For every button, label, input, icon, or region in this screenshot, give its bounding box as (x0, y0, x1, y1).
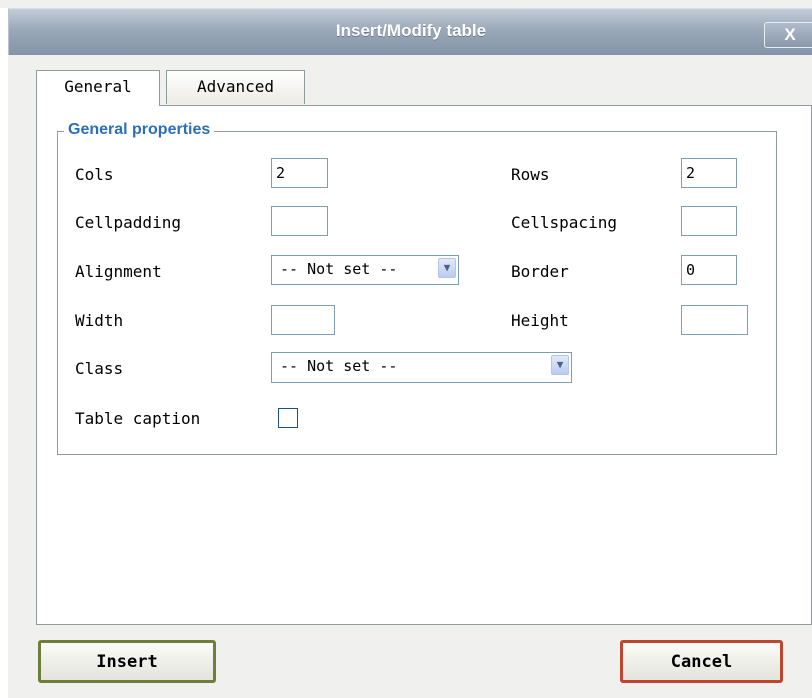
insert-modify-table-dialog: Insert/Modify table X General Advanced G… (0, 0, 812, 698)
insert-button[interactable]: Insert (38, 640, 216, 683)
class-select[interactable]: -- Not set -- ▼ (271, 352, 572, 383)
table-caption-checkbox[interactable] (278, 408, 298, 428)
alignment-select[interactable]: -- Not set -- ▼ (271, 255, 459, 285)
width-input[interactable] (271, 305, 335, 335)
cellspacing-label: Cellspacing (511, 213, 617, 232)
height-input[interactable] (681, 305, 748, 335)
height-label: Height (511, 311, 569, 330)
tab-general[interactable]: General (36, 70, 160, 106)
title-bar[interactable]: Insert/Modify table X (8, 8, 812, 55)
cols-input[interactable]: 2 (271, 158, 328, 188)
chevron-down-icon[interactable]: ▼ (438, 258, 456, 278)
window-edge (0, 8, 8, 698)
class-value: -- Not set -- (280, 357, 398, 375)
width-label: Width (75, 311, 124, 330)
cellpadding-label: Cellpadding (75, 213, 181, 232)
dialog-title: Insert/Modify table (335, 21, 487, 40)
cancel-button[interactable]: Cancel (620, 640, 783, 683)
general-properties-fieldset: General properties Cols 2 Rows 2 Cellpad… (57, 121, 777, 455)
close-icon: X (784, 25, 796, 44)
cellspacing-input[interactable] (681, 206, 737, 236)
fieldset-legend: General properties (64, 121, 215, 139)
border-input[interactable]: 0 (681, 255, 737, 285)
alignment-value: -- Not set -- (280, 260, 398, 278)
cols-label: Cols (75, 165, 114, 184)
general-panel: General properties Cols 2 Rows 2 Cellpad… (36, 105, 812, 625)
border-label: Border (511, 262, 569, 281)
cellpadding-input[interactable] (271, 206, 328, 236)
table-caption-label: Table caption (75, 409, 201, 428)
alignment-label: Alignment (75, 262, 162, 281)
class-label: Class (75, 359, 124, 378)
tab-advanced[interactable]: Advanced (166, 70, 305, 104)
rows-input[interactable]: 2 (681, 158, 737, 188)
close-button[interactable]: X (764, 22, 812, 48)
chevron-down-icon[interactable]: ▼ (551, 355, 569, 375)
rows-label: Rows (511, 165, 550, 184)
